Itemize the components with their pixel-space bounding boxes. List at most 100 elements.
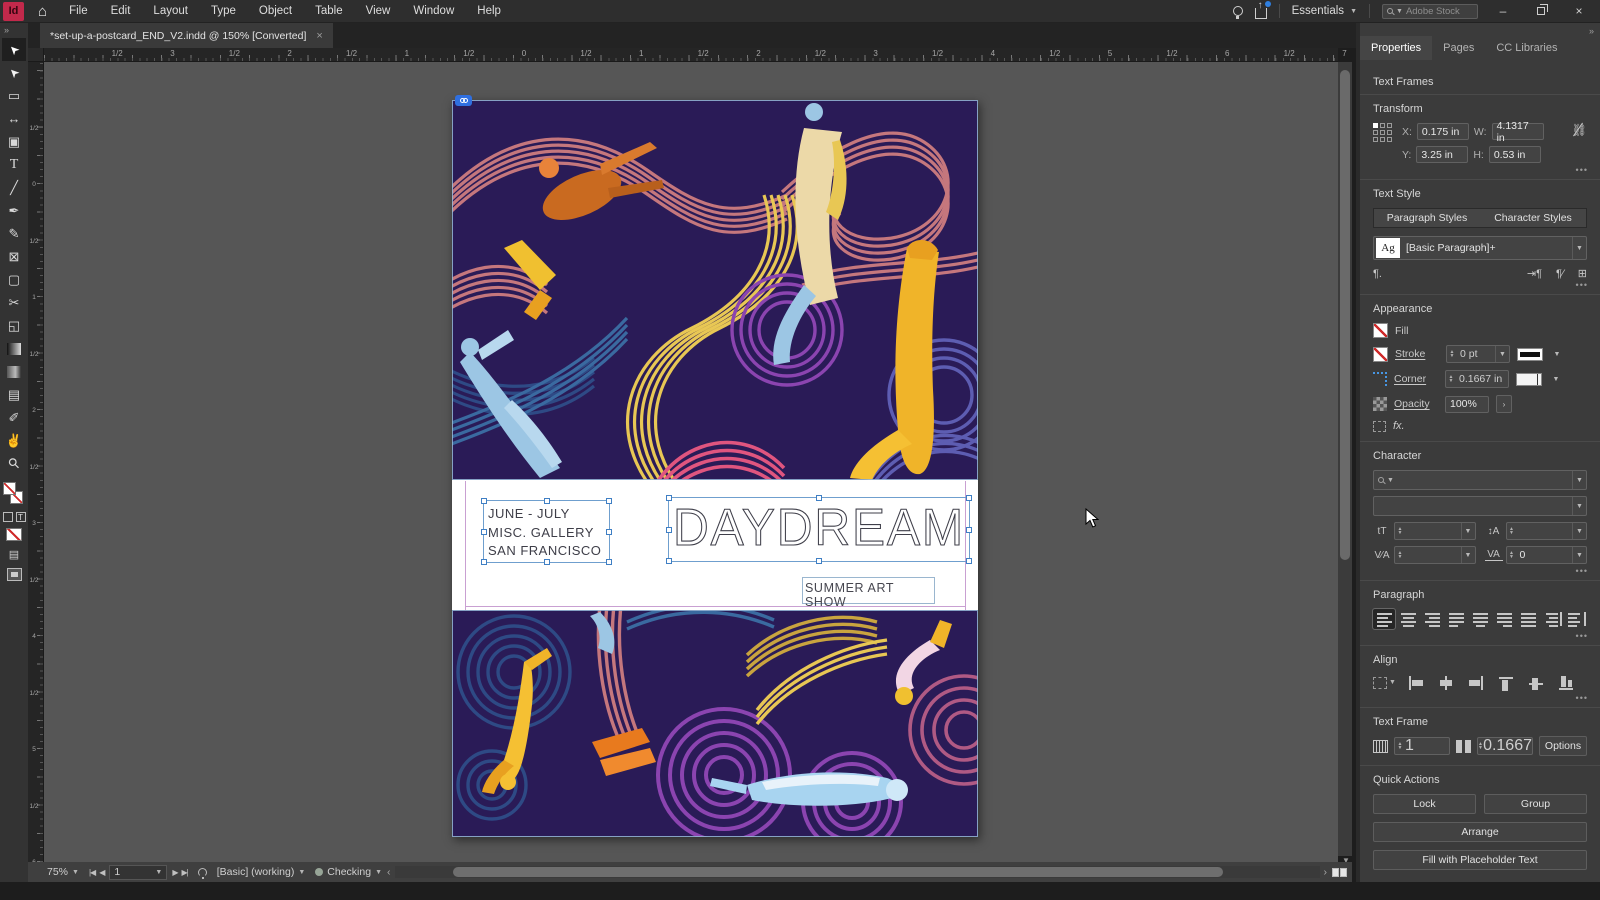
tracking-select[interactable]: ▲ ▼ 0 ▼	[1505, 546, 1587, 564]
font-style-select[interactable]: ▼	[1373, 496, 1587, 516]
restore-button[interactable]	[1528, 4, 1554, 18]
align-to-select[interactable]: ▼	[1373, 676, 1396, 689]
vertical-ruler[interactable]: 1/201/211/221/231/241/251/26	[28, 62, 44, 866]
page-number-select[interactable]: 1 ▼	[109, 864, 168, 880]
selection-handle[interactable]	[816, 558, 822, 564]
font-family-select[interactable]: ▼ ▼	[1373, 470, 1587, 490]
menu-item[interactable]: File	[69, 5, 88, 17]
selection-handle[interactable]	[816, 495, 822, 501]
panel-tab[interactable]: CC Libraries	[1485, 36, 1568, 60]
h-field[interactable]: 0.53 in	[1488, 146, 1541, 163]
selection-handle[interactable]	[543, 498, 550, 504]
align-more-options[interactable]: •••	[1576, 693, 1588, 703]
selection-tool[interactable]: ➤	[2, 38, 26, 61]
selection-handle[interactable]	[606, 528, 612, 535]
paragraph-justify-all[interactable]	[1517, 609, 1539, 629]
formatting-text-button[interactable]: T	[15, 512, 26, 522]
previous-page-button[interactable]: ◀	[99, 868, 105, 877]
panel-tab[interactable]: Pages	[1432, 36, 1485, 60]
paragraph-align-toward-spine[interactable]	[1541, 609, 1563, 629]
menu-item[interactable]: View	[366, 5, 391, 17]
link-badge-icon[interactable]	[455, 95, 472, 106]
hand-tool[interactable]: ✌	[2, 429, 26, 452]
first-page-button[interactable]: |◀	[89, 868, 96, 877]
zoom-tool[interactable]: ⚲	[2, 452, 26, 475]
kerning-select[interactable]: ▲ ▼ ▼	[1394, 546, 1476, 564]
gradient-tool[interactable]	[2, 337, 26, 360]
preflight-profile-select[interactable]: [Basic] (working) ▼	[212, 866, 311, 878]
free-transform-tool[interactable]: ◱	[2, 314, 26, 337]
collapse-tools-icon[interactable]: »	[0, 23, 13, 38]
align-top-button[interactable]	[1495, 674, 1516, 691]
horizontal-scrollbar[interactable]	[394, 866, 1320, 878]
arrange-button[interactable]: Arrange	[1373, 822, 1587, 842]
transform-more-options[interactable]: •••	[1576, 165, 1588, 175]
postcard-page[interactable]	[452, 95, 978, 837]
spread-view-icon[interactable]	[1332, 867, 1347, 877]
selection-handle[interactable]	[481, 498, 487, 504]
pencil-tool[interactable]: ✎	[2, 222, 26, 245]
fill-color-swatch[interactable]	[1373, 323, 1388, 338]
vertical-scrollbar[interactable]	[1338, 62, 1352, 856]
selection-handle[interactable]	[481, 528, 487, 535]
paragraph-align-away-spine[interactable]	[1565, 609, 1587, 629]
ruler-origin-corner[interactable]	[28, 48, 44, 62]
group-button[interactable]: Group	[1484, 794, 1587, 814]
scroll-left-icon[interactable]: ‹	[387, 866, 391, 878]
pen-tool[interactable]: ✒	[2, 199, 26, 222]
gutter-value[interactable]: 0.1667	[1483, 737, 1532, 755]
paragraph-more-options[interactable]: •••	[1576, 631, 1588, 641]
selection-handle[interactable]	[543, 559, 550, 565]
rectangle-tool[interactable]: ▢	[2, 268, 26, 291]
vertical-scrollbar-thumb[interactable]	[1340, 70, 1350, 560]
indesign-logo-icon[interactable]: Id	[3, 1, 24, 21]
style-tab[interactable]: Paragraph Styles	[1374, 209, 1480, 227]
next-page-button[interactable]: ▶	[172, 868, 178, 877]
stroke-weight-value[interactable]: 0 pt	[1457, 348, 1495, 360]
fill-swatch[interactable]	[3, 482, 16, 495]
style-override-icon[interactable]: ¶⁄	[1556, 268, 1564, 280]
formatting-container-button[interactable]	[2, 512, 13, 522]
opacity-more-button[interactable]: ›	[1496, 395, 1512, 413]
home-icon[interactable]: ⌂	[38, 3, 47, 20]
selection-handle[interactable]	[666, 558, 672, 564]
columns-value[interactable]: 1	[1405, 737, 1414, 755]
screen-mode-button[interactable]	[6, 568, 22, 581]
title-text-frame[interactable]: DAYDREAM	[666, 495, 972, 564]
horizontal-ruler[interactable]: 1/2 3 1/2 2 1/2 1 1/2 0 1/2 1 1/2 2 1/2 3 1/2 4 1/2 5 1/2 6…	[44, 48, 1347, 62]
align-center-h-button[interactable]	[1435, 674, 1456, 691]
reference-point-grid[interactable]	[1373, 123, 1392, 163]
selection-handle[interactable]	[966, 558, 972, 564]
menu-item[interactable]: Help	[477, 5, 501, 17]
workspace-switcher[interactable]: Essentials ▼	[1292, 5, 1357, 17]
document-tab[interactable]: *set-up-a-postcard_END_V2.indd @ 150% [C…	[40, 23, 333, 48]
align-right-button[interactable]	[1465, 674, 1486, 691]
selection-handle[interactable]	[966, 495, 972, 501]
eyedropper-tool[interactable]: ✐	[2, 406, 26, 429]
gradient-feather-tool[interactable]	[2, 360, 26, 383]
font-size-select[interactable]: ▲ ▼ ▼	[1394, 522, 1476, 540]
selection-handle[interactable]	[606, 498, 612, 504]
paragraph-justify-center[interactable]	[1469, 609, 1491, 629]
learn-icon[interactable]	[1232, 6, 1243, 19]
text-frame-options-button[interactable]: Options	[1539, 736, 1587, 756]
leading-select[interactable]: ▲ ▼ ▼	[1505, 522, 1587, 540]
lock-button[interactable]: Lock	[1373, 794, 1476, 814]
panel-tab[interactable]: Properties	[1360, 36, 1433, 60]
direct-selection-tool[interactable]: ➤	[2, 61, 26, 84]
canvas-pasteboard[interactable]: JUNE - JULY MISC. GALLERY SAN FRANCISCO …	[44, 62, 1338, 862]
paragraph-justify-right[interactable]	[1493, 609, 1515, 629]
paragraph-justify-left[interactable]	[1445, 609, 1467, 629]
redefine-style-icon[interactable]: ⇥¶	[1527, 267, 1542, 280]
corner-radius-value[interactable]: 0.1667 in	[1456, 373, 1508, 385]
page-tool[interactable]: ▭	[2, 84, 26, 107]
corner-style-swatch[interactable]	[1516, 372, 1542, 386]
fill-placeholder-button[interactable]: Fill with Placeholder Text	[1373, 850, 1587, 870]
zoom-level-select[interactable]: 75% ▼	[42, 866, 84, 878]
search-input[interactable]	[1405, 5, 1470, 17]
content-collector-tool[interactable]: ▣	[2, 130, 26, 153]
view-options-icon[interactable]: ▤	[9, 548, 19, 561]
menu-item[interactable]: Type	[211, 5, 236, 17]
scissors-tool[interactable]: ✂	[2, 291, 26, 314]
opacity-label[interactable]: Opacity	[1394, 398, 1438, 410]
